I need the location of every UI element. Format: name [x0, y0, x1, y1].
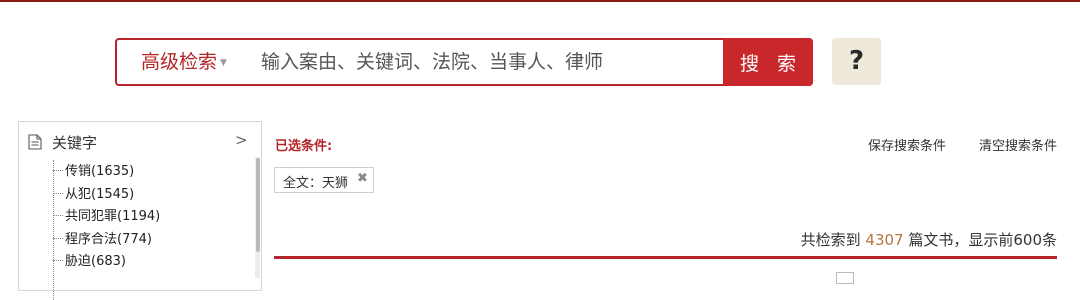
clear-search-conditions-link[interactable]: 清空搜索条件: [979, 135, 1057, 154]
top-border: [0, 0, 1080, 2]
filter-chip: 全文：天狮 ✖: [274, 167, 374, 193]
result-count: 4307: [865, 231, 904, 249]
chevron-right-icon: >: [235, 131, 248, 149]
caret-down-icon: ▼: [220, 58, 227, 68]
selected-conditions-label: 已选条件:: [275, 139, 333, 154]
results-divider: [274, 256, 1057, 259]
keyword-panel-header[interactable]: 关键字 >: [19, 122, 261, 160]
advanced-search-dropdown[interactable]: 高级检索 ▼: [141, 40, 227, 84]
close-icon[interactable]: ✖: [357, 171, 368, 186]
keyword-panel-title: 关键字: [52, 134, 98, 152]
keyword-item[interactable]: 传销(1635): [53, 161, 160, 184]
result-summary: 共检索到 4307 篇文书，显示前600条: [801, 229, 1057, 250]
keyword-item[interactable]: 程序合法(774): [53, 229, 160, 252]
scrollbar-thumb[interactable]: [256, 158, 260, 252]
document-icon: [28, 134, 42, 150]
search-input[interactable]: [261, 40, 721, 84]
search-box: 高级检索 ▼: [115, 38, 813, 86]
advanced-search-label: 高级检索: [141, 51, 218, 73]
result-prefix: 共检索到: [800, 231, 866, 249]
filter-chip-label: 全文：天狮: [283, 176, 349, 191]
keyword-item[interactable]: 从犯(1545): [53, 184, 160, 207]
help-button[interactable]: ?: [832, 38, 881, 85]
keyword-item[interactable]: 胁迫(683): [53, 251, 160, 274]
save-search-conditions-link[interactable]: 保存搜索条件: [868, 135, 946, 154]
keyword-item[interactable]: 共同犯罪(1194): [53, 206, 160, 229]
result-suffix: 篇文书，显示前600条: [903, 231, 1057, 249]
keyword-filter-panel: 关键字 > 传销(1635) 从犯(1545) 共同犯罪(1194) 程序合法(…: [18, 121, 262, 300]
keyword-list: 传销(1635) 从犯(1545) 共同犯罪(1194) 程序合法(774) 胁…: [53, 161, 160, 274]
checkbox[interactable]: [836, 272, 854, 284]
search-button[interactable]: 搜 索: [723, 38, 813, 86]
